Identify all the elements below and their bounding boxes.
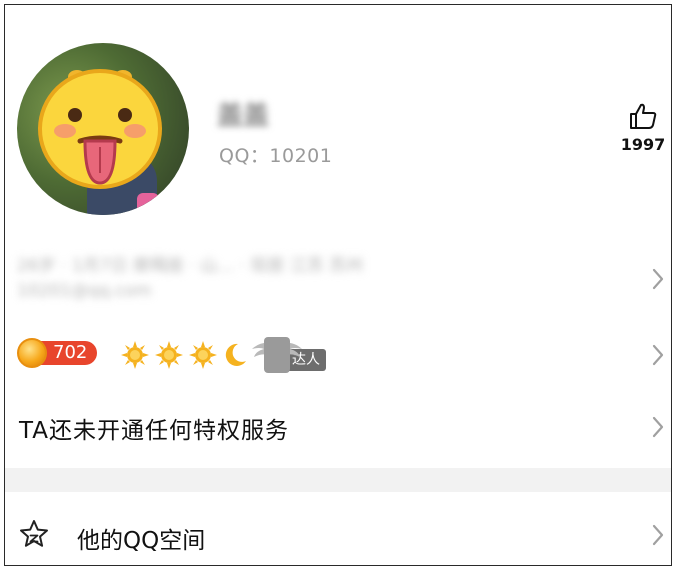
level-number: 702 bbox=[39, 341, 98, 365]
tongue-out-emoji-icon bbox=[38, 69, 162, 189]
privilege-text: TA还未开通任何特权服务 bbox=[19, 418, 289, 444]
daren-phone-icon bbox=[264, 337, 290, 373]
sun-icon bbox=[121, 341, 149, 369]
chevron-right-icon bbox=[652, 416, 664, 438]
chevron-right-icon bbox=[652, 524, 664, 546]
chevron-right-icon bbox=[652, 268, 664, 290]
like-count: 1997 bbox=[620, 135, 666, 154]
moon-icon bbox=[225, 343, 246, 366]
like-button[interactable]: 1997 bbox=[617, 101, 669, 154]
section-divider bbox=[5, 468, 671, 492]
avatar[interactable] bbox=[17, 43, 189, 215]
avatar-background-detail bbox=[137, 193, 159, 215]
qq-number: QQ：10201 bbox=[219, 145, 333, 167]
level-icons: 达人 bbox=[120, 337, 326, 373]
thumbs-up-icon bbox=[630, 103, 657, 129]
personal-info-line: 26岁 · 1月7日 摩羯座 · 山… · 现居 江苏 苏州 bbox=[17, 256, 364, 276]
level-row[interactable] bbox=[5, 325, 671, 381]
qzone-label: 他的QQ空间 bbox=[77, 528, 206, 554]
qzone-star-icon bbox=[20, 520, 48, 547]
daren-badge: 达人 bbox=[252, 335, 326, 375]
nickname: 盖盖 bbox=[217, 101, 270, 131]
level-coin-icon bbox=[17, 338, 47, 368]
profile-card: 盖盖 QQ：10201 1997 26岁 · 1月7日 摩羯座 · 山… · 现… bbox=[4, 4, 672, 566]
sun-icon bbox=[155, 341, 183, 369]
sun-icon bbox=[189, 341, 217, 369]
personal-info-row[interactable]: 26岁 · 1月7日 摩羯座 · 山… · 现居 江苏 苏州 10201@qq.… bbox=[5, 245, 671, 311]
qq-level-badge: 702 bbox=[17, 338, 98, 368]
email-line: 10201@qq.com bbox=[17, 281, 152, 301]
chevron-right-icon bbox=[652, 344, 664, 366]
